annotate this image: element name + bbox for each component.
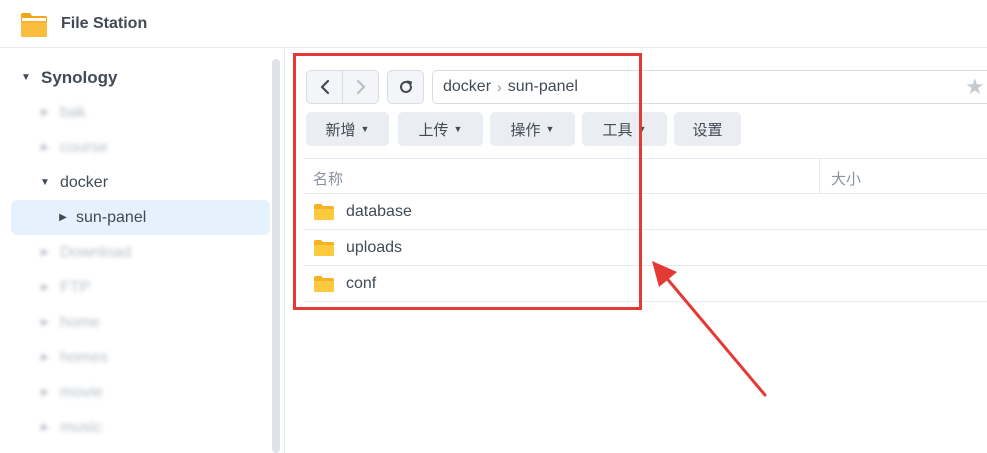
sidebar-item-ftp[interactable]: ▶ FTP [11, 270, 270, 305]
sidebar-item-bak[interactable]: ▶ bak [11, 95, 270, 130]
file-row[interactable]: conf [304, 266, 987, 302]
column-divider[interactable] [819, 159, 820, 194]
sidebar: ▼ Synology ▶ bak ▶ course ▼ docker ▶ sun… [0, 49, 285, 453]
action-button[interactable]: 操作 ▼ [490, 112, 575, 146]
folder-icon [314, 203, 334, 220]
file-row[interactable]: database [304, 194, 987, 230]
star-icon[interactable]: ★ [965, 74, 985, 100]
caret-down-icon: ▼ [360, 124, 370, 134]
column-header-name[interactable]: 名称 [313, 168, 343, 189]
caret-right-icon[interactable]: ▶ [38, 352, 52, 363]
folder-icon [314, 239, 334, 256]
refresh-icon [399, 80, 412, 93]
caret-down-icon: ▼ [453, 124, 463, 134]
caret-down-icon: ▼ [637, 124, 647, 134]
caret-right-icon[interactable]: ▶ [38, 247, 52, 258]
sidebar-item-docker[interactable]: ▼ docker [11, 165, 270, 200]
caret-right-icon[interactable]: ▶ [38, 387, 52, 398]
sidebar-item-homes[interactable]: ▶ homes [11, 340, 270, 375]
app-title: File Station [61, 15, 148, 32]
path-segment[interactable]: docker [443, 78, 491, 96]
list-header: 名称 大小 [304, 158, 987, 194]
main-panel: docker › sun-panel ★ 新增 ▼ 上传 ▼ 操作 ▼ 工具 ▼ 设置 … [286, 49, 987, 453]
path-segment[interactable]: sun-panel [508, 78, 578, 96]
upload-button[interactable]: 上传 ▼ [398, 112, 483, 146]
caret-right-icon[interactable]: ▶ [38, 317, 52, 328]
caret-down-icon[interactable]: ▼ [19, 72, 33, 83]
sidebar-item-sun-panel[interactable]: ▶ sun-panel [11, 200, 270, 235]
title-bar: File Station [0, 0, 987, 48]
back-button[interactable] [306, 70, 343, 104]
path-separator: › [497, 79, 502, 95]
sidebar-scrollbar[interactable] [272, 59, 280, 453]
chevron-left-icon [320, 79, 329, 95]
forward-button[interactable] [342, 70, 379, 104]
create-button[interactable]: 新增 ▼ [306, 112, 389, 146]
caret-right-icon[interactable]: ▶ [38, 142, 52, 153]
column-header-size[interactable]: 大小 [831, 168, 861, 189]
sidebar-item-movie[interactable]: ▶ movie [11, 375, 270, 410]
path-bar[interactable]: docker › sun-panel [432, 70, 987, 104]
sidebar-item-download[interactable]: ▶ Download [11, 235, 270, 270]
caret-right-icon[interactable]: ▶ [56, 212, 70, 223]
chevron-right-icon [356, 79, 365, 95]
sidebar-item-music[interactable]: ▶ music [11, 410, 270, 445]
file-name: uploads [346, 238, 403, 256]
caret-right-icon[interactable]: ▶ [38, 282, 52, 293]
sidebar-item-course[interactable]: ▶ course [11, 130, 270, 165]
sidebar-item-home[interactable]: ▶ home [11, 305, 270, 340]
sidebar-root-synology[interactable]: ▼ Synology [11, 60, 270, 95]
folder-app-icon [21, 13, 47, 37]
refresh-button[interactable] [387, 70, 424, 104]
caret-right-icon[interactable]: ▶ [38, 107, 52, 118]
folder-icon [314, 275, 334, 292]
caret-down-icon: ▼ [545, 124, 555, 134]
caret-right-icon[interactable]: ▶ [38, 422, 52, 433]
caret-down-icon[interactable]: ▼ [38, 177, 52, 188]
file-name: database [346, 202, 412, 220]
tools-button[interactable]: 工具 ▼ [582, 112, 667, 146]
file-name: conf [346, 274, 377, 292]
settings-button[interactable]: 设置 [674, 112, 741, 146]
file-row[interactable]: uploads [304, 230, 987, 266]
